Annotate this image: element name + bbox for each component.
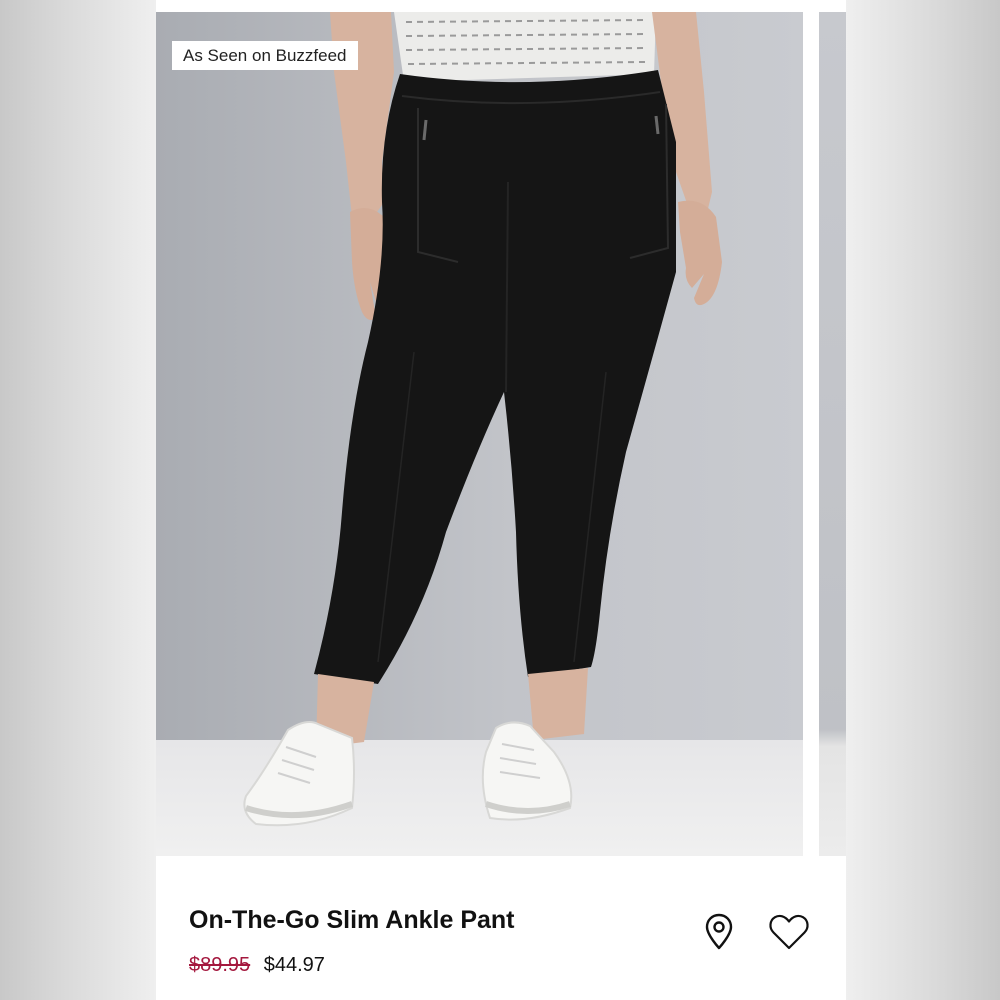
product-image[interactable]: As Seen on Buzzfeed <box>156 12 803 856</box>
original-price: $89.95 <box>189 954 251 976</box>
sale-price: $44.97 <box>263 954 325 976</box>
location-pin-icon <box>705 913 733 950</box>
find-in-store-button[interactable] <box>697 910 741 954</box>
right-blurred-backdrop <box>846 0 1000 1000</box>
product-title[interactable]: On-The-Go Slim Ankle Pant <box>189 906 515 935</box>
as-seen-on-badge: As Seen on Buzzfeed <box>172 41 358 70</box>
product-card[interactable]: As Seen on Buzzfeed On-The-Go Slim Ankle… <box>156 0 846 1000</box>
price-row: $89.95 $44.97 <box>189 954 325 977</box>
left-blurred-backdrop <box>0 0 156 1000</box>
heart-icon <box>769 914 809 950</box>
next-product-image-peek[interactable] <box>819 12 846 856</box>
favorite-button[interactable] <box>767 910 811 954</box>
